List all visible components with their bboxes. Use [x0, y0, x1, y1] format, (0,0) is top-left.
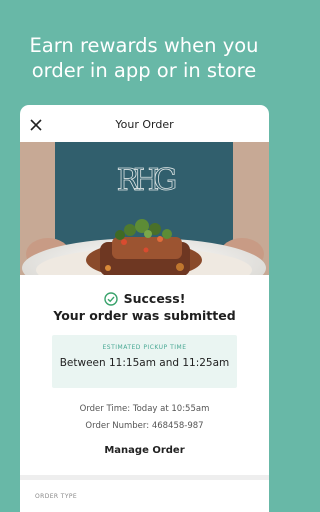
- order-screen: Your Order RHG Success! Your order was s…: [20, 105, 269, 512]
- promo-headline-line1: Earn rewards when you: [29, 34, 259, 57]
- promo-headline: Earn rewards when you order in app or in…: [0, 33, 288, 83]
- submitted-message: Your order was submitted: [53, 308, 236, 323]
- order-number: Order Number: 468458-987: [85, 421, 204, 431]
- page-title: Your Order: [115, 118, 174, 131]
- check-circle-icon: [103, 291, 118, 306]
- order-details: Order Time: Today at 10:55am Order Numbe…: [20, 401, 269, 435]
- promo-headline-line2: order in app or in store: [31, 59, 257, 82]
- top-bar: Your Order: [20, 105, 269, 142]
- section-divider: [20, 475, 269, 480]
- order-type-label: ORDER TYPE: [35, 493, 78, 500]
- pickup-time-box: ESTIMATED PICKUP TIME Between 11:15am an…: [52, 335, 237, 388]
- order-time: Order Time: Today at 10:55am: [79, 404, 210, 414]
- pickup-time-label: ESTIMATED PICKUP TIME: [102, 344, 187, 351]
- success-row: Success!: [20, 291, 269, 306]
- monogram-text: RHG: [117, 163, 176, 198]
- pickup-time-value: Between 11:15am and 11:25am: [59, 357, 230, 369]
- manage-order-button[interactable]: Manage Order: [104, 445, 184, 456]
- success-text: Success!: [123, 291, 186, 306]
- hero-image: RHG: [20, 142, 269, 275]
- confirmation-panel: Success! Your order was submitted ESTIMA…: [20, 291, 269, 500]
